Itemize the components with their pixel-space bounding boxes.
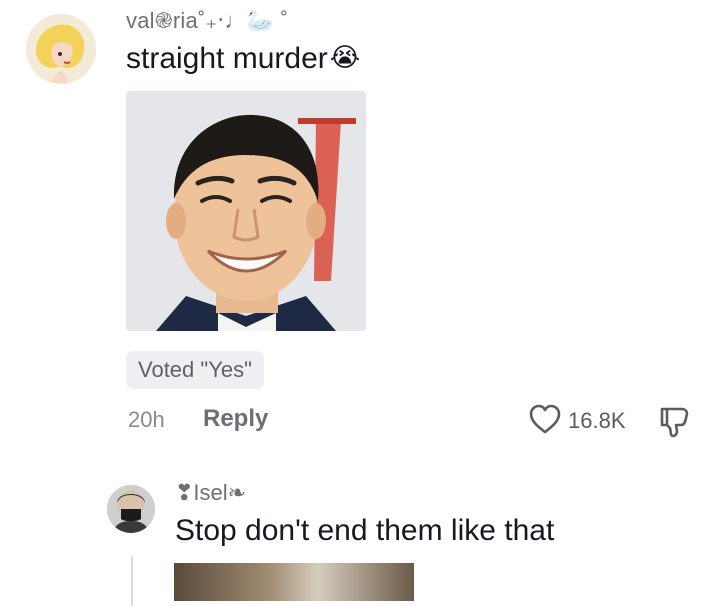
comment-photo[interactable] xyxy=(126,91,366,331)
thumbs-down-icon[interactable] xyxy=(656,404,692,440)
like-count: 16.8K xyxy=(568,408,626,433)
comment-timestamp: 20h xyxy=(128,407,165,432)
like-button[interactable]: 16.8K xyxy=(528,404,626,438)
commenter-avatar[interactable] xyxy=(26,14,96,84)
thread-line xyxy=(131,556,133,606)
reply-photo[interactable] xyxy=(174,563,414,601)
vote-badge: Voted "Yes" xyxy=(126,351,264,389)
commenter-username[interactable]: val֎ria˚₊‧♩🦢 ˚ xyxy=(126,6,288,35)
reply-text: Stop don't end them like that xyxy=(175,514,555,547)
crying-face-emoji: 😭 xyxy=(329,42,361,72)
reply-avatar[interactable] xyxy=(107,485,155,533)
comment-text-body: straight murder xyxy=(126,42,328,75)
comment-text: straight murder😭 xyxy=(126,42,360,76)
heart-icon xyxy=(528,403,562,440)
reply-button[interactable]: Reply xyxy=(203,405,268,433)
reply-username[interactable]: ❣︎Isel❧ xyxy=(175,480,246,506)
